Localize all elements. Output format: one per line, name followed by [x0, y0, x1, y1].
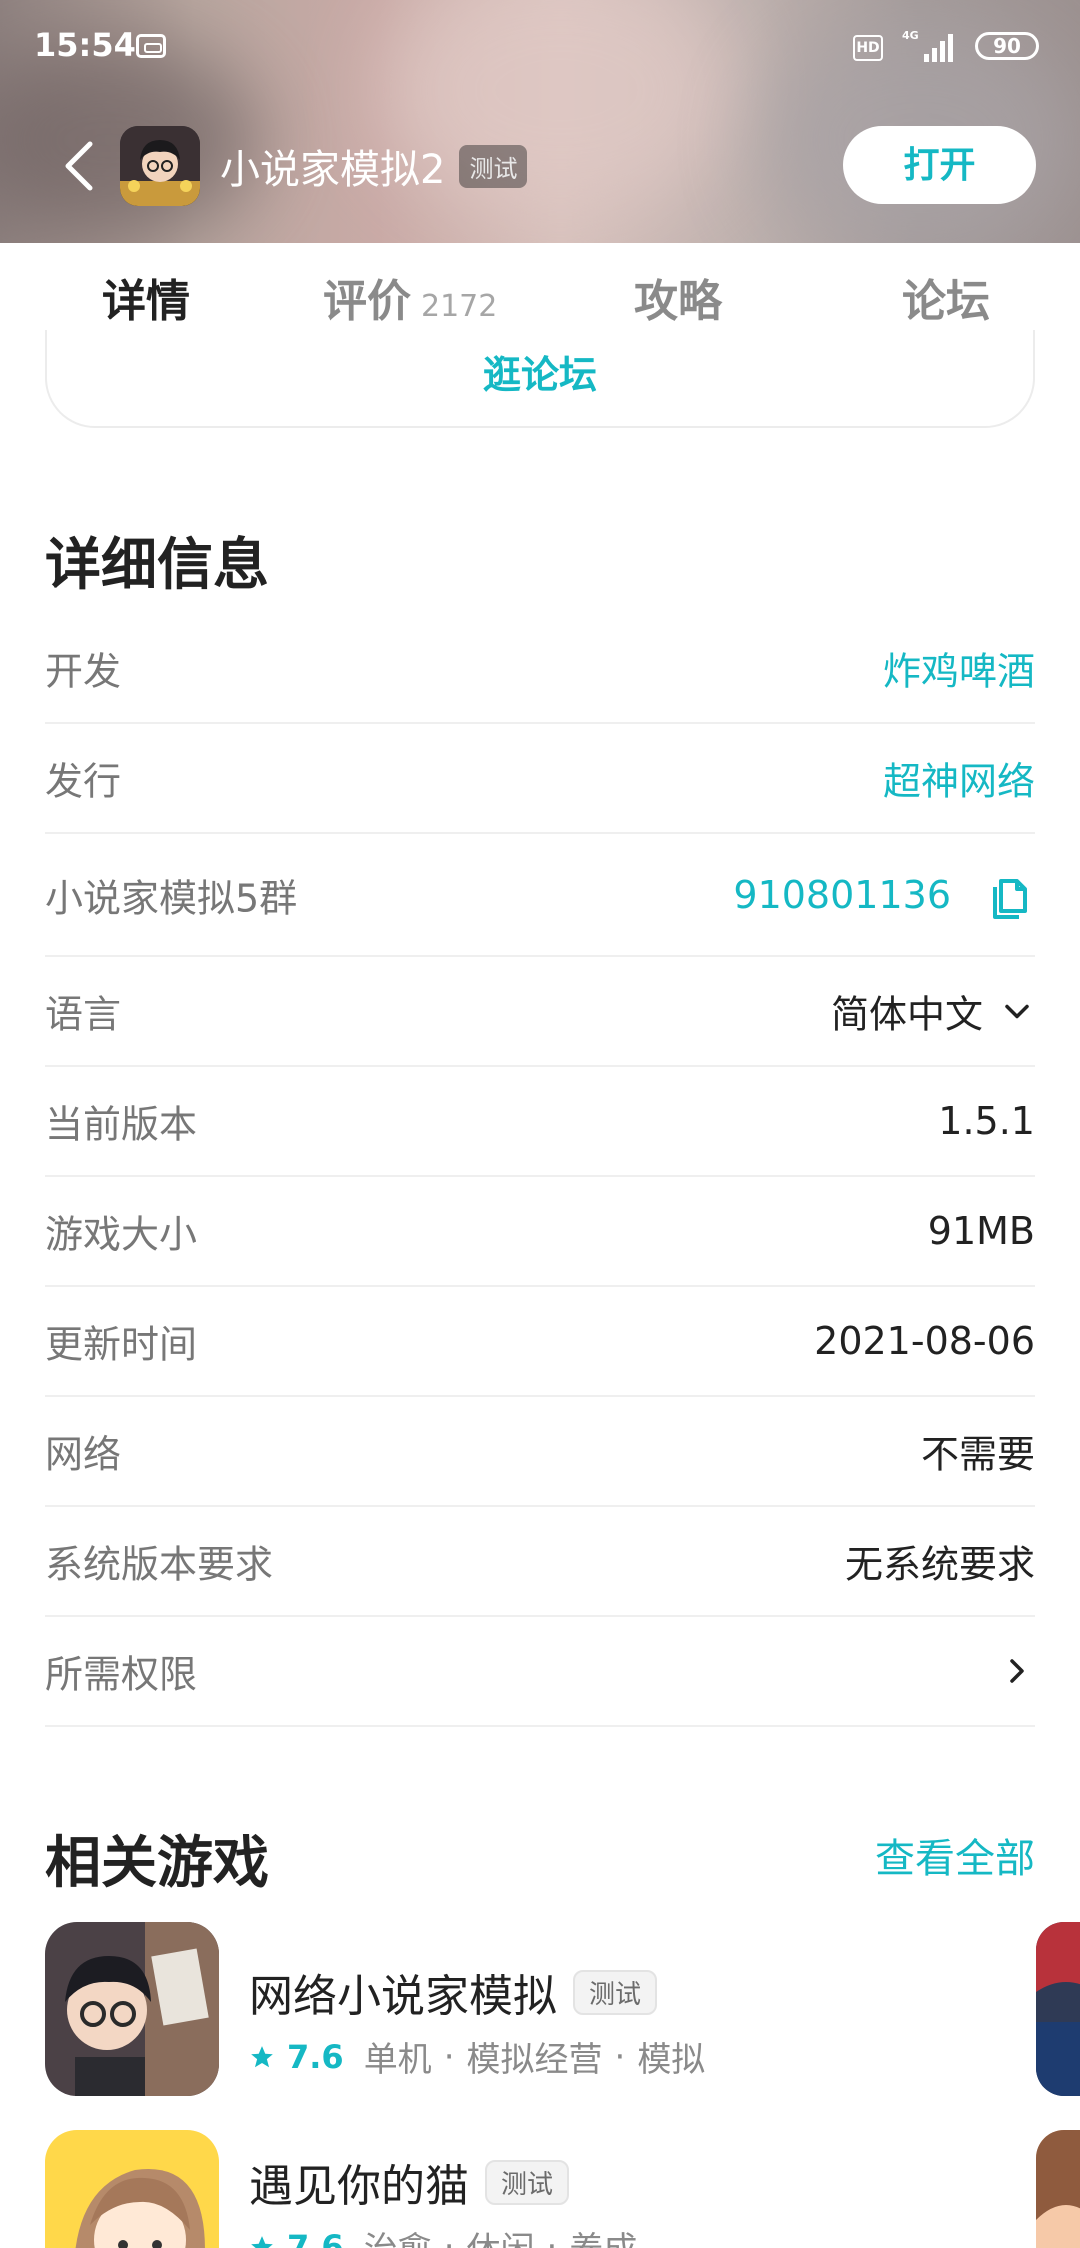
size-value: 91MB	[927, 1209, 1035, 1253]
game-rating: 7.6	[287, 2037, 344, 2076]
battery-indicator: 90	[975, 32, 1039, 60]
tab-label: 论坛	[902, 276, 990, 327]
game-name: 网络小说家模拟	[249, 1971, 557, 2022]
status-time: 15:54	[34, 26, 136, 64]
detail-label: 游戏大小	[45, 1212, 198, 1257]
game-rating: 7.6	[287, 2227, 344, 2248]
detail-row-size: 游戏大小 91MB	[45, 1177, 1035, 1287]
chevron-down-icon	[1005, 1004, 1029, 1018]
related-game-item[interactable]: 遇见你的猫 测试 7.6 治愈 · 休闲 · 养成	[45, 2130, 1080, 2248]
detail-row-permissions[interactable]: 所需权限	[45, 1617, 1035, 1727]
detail-label: 开发	[45, 649, 122, 694]
next-game-peek-thumbnail[interactable]	[1036, 2130, 1080, 2248]
detail-label: 更新时间	[45, 1322, 198, 1367]
star-icon	[251, 2235, 273, 2248]
notification-icon	[136, 34, 166, 58]
permissions-value[interactable]	[999, 1653, 1035, 1689]
group-number-value: 910801136	[733, 871, 1035, 919]
game-name: 遇见你的猫	[249, 2161, 469, 2212]
tab-label: 评价	[323, 276, 411, 327]
status-bar: 15:54 HD 4G 90	[0, 0, 1080, 95]
details-list: 开发 炸鸡啤酒 发行 超神网络 小说家模拟5群 910801136 语言 简体中…	[45, 614, 1035, 1727]
game-tag: 模拟经营	[466, 2040, 603, 2080]
network-type: 4G	[902, 29, 919, 42]
review-count: 2172	[421, 289, 498, 324]
tag-separator: ·	[443, 2036, 455, 2077]
detail-label: 小说家模拟5群	[45, 876, 298, 920]
back-arrow-icon[interactable]	[58, 138, 102, 194]
developer-link[interactable]: 炸鸡啤酒	[883, 641, 1035, 696]
detail-row-group: 小说家模拟5群 910801136	[45, 834, 1035, 957]
details-section-title: 详细信息	[45, 533, 269, 598]
next-game-peek-thumbnail[interactable]	[1036, 1922, 1080, 2096]
see-all-link[interactable]: 查看全部	[875, 1826, 1035, 1884]
chevron-right-icon	[1010, 1659, 1024, 1683]
game-thumbnail	[45, 2130, 219, 2248]
detail-row-os-requirement: 系统版本要求 无系统要求	[45, 1507, 1035, 1617]
test-badge: 测试	[485, 2159, 570, 2205]
app-header: 15:54 HD 4G 90 小说家模拟2 测试 打开	[0, 0, 1080, 243]
browse-forum-link[interactable]: 逛论坛	[47, 344, 1033, 399]
game-title: 小说家模拟2	[220, 147, 446, 193]
tab-guides[interactable]: 攻略	[634, 265, 722, 327]
hd-icon: HD	[853, 35, 883, 61]
game-tag: 养成	[569, 2222, 637, 2248]
detail-row-network: 网络 不需要	[45, 1397, 1035, 1507]
game-tag: 休闲	[467, 2222, 535, 2248]
tab-reviews[interactable]: 评价 2172	[323, 265, 498, 327]
network-value: 不需要	[920, 1432, 1035, 1477]
game-name-row: 网络小说家模拟 测试	[249, 1960, 658, 2024]
update-time-value: 2021-08-06	[814, 1319, 1035, 1363]
detail-label: 系统版本要求	[45, 1542, 274, 1587]
game-meta: 7.6 单机 · 模拟经营 · 模拟	[249, 2032, 705, 2081]
detail-row-language[interactable]: 语言 简体中文	[45, 957, 1035, 1067]
detail-row-publisher: 发行 超神网络	[45, 724, 1035, 834]
related-games-title: 相关游戏	[45, 1831, 269, 1896]
detail-row-update-time: 更新时间 2021-08-06	[45, 1287, 1035, 1397]
open-button[interactable]: 打开	[843, 126, 1036, 204]
language-text: 简体中文	[830, 992, 983, 1037]
test-badge: 测试	[459, 144, 528, 188]
detail-row-version: 当前版本 1.5.1	[45, 1067, 1035, 1177]
detail-row-developer: 开发 炸鸡啤酒	[45, 614, 1035, 724]
star-icon	[251, 2045, 273, 2067]
forum-card: 逛论坛	[45, 330, 1035, 428]
tab-label: 详情	[102, 276, 190, 327]
game-tag: 模拟	[637, 2040, 706, 2080]
tag-separator: ·	[443, 2226, 455, 2248]
copy-icon[interactable]	[987, 871, 1035, 919]
game-tag: 单机	[363, 2040, 432, 2080]
tag-separator: ·	[546, 2226, 558, 2248]
publisher-link[interactable]: 超神网络	[883, 751, 1035, 806]
detail-label: 当前版本	[45, 1102, 198, 1147]
game-app-icon	[120, 126, 200, 206]
game-tag: 治愈	[364, 2222, 432, 2248]
game-thumbnail	[45, 1922, 219, 2096]
game-meta: 7.6 治愈 · 休闲 · 养成	[249, 2222, 637, 2248]
os-requirement-value: 无系统要求	[844, 1542, 1035, 1587]
header-title-row: 小说家模拟2 测试	[220, 138, 528, 194]
related-game-item[interactable]: 网络小说家模拟 测试 7.6 单机 · 模拟经营 · 模拟	[45, 1922, 1080, 2102]
game-name-row: 遇见你的猫 测试	[249, 2150, 570, 2214]
test-badge: 测试	[573, 1969, 658, 2015]
version-value: 1.5.1	[938, 1099, 1035, 1143]
tag-separator: ·	[614, 2036, 626, 2077]
signal-icon: 4G	[902, 29, 953, 62]
tab-details[interactable]: 详情	[102, 265, 190, 327]
detail-label: 所需权限	[45, 1652, 198, 1697]
tab-forum[interactable]: 论坛	[902, 265, 990, 327]
detail-label: 网络	[45, 1432, 122, 1477]
tab-label: 攻略	[634, 276, 722, 327]
detail-label: 发行	[45, 759, 122, 804]
language-value[interactable]: 简体中文	[831, 984, 1035, 1039]
group-number: 910801136	[733, 872, 951, 917]
detail-label: 语言	[45, 992, 122, 1037]
